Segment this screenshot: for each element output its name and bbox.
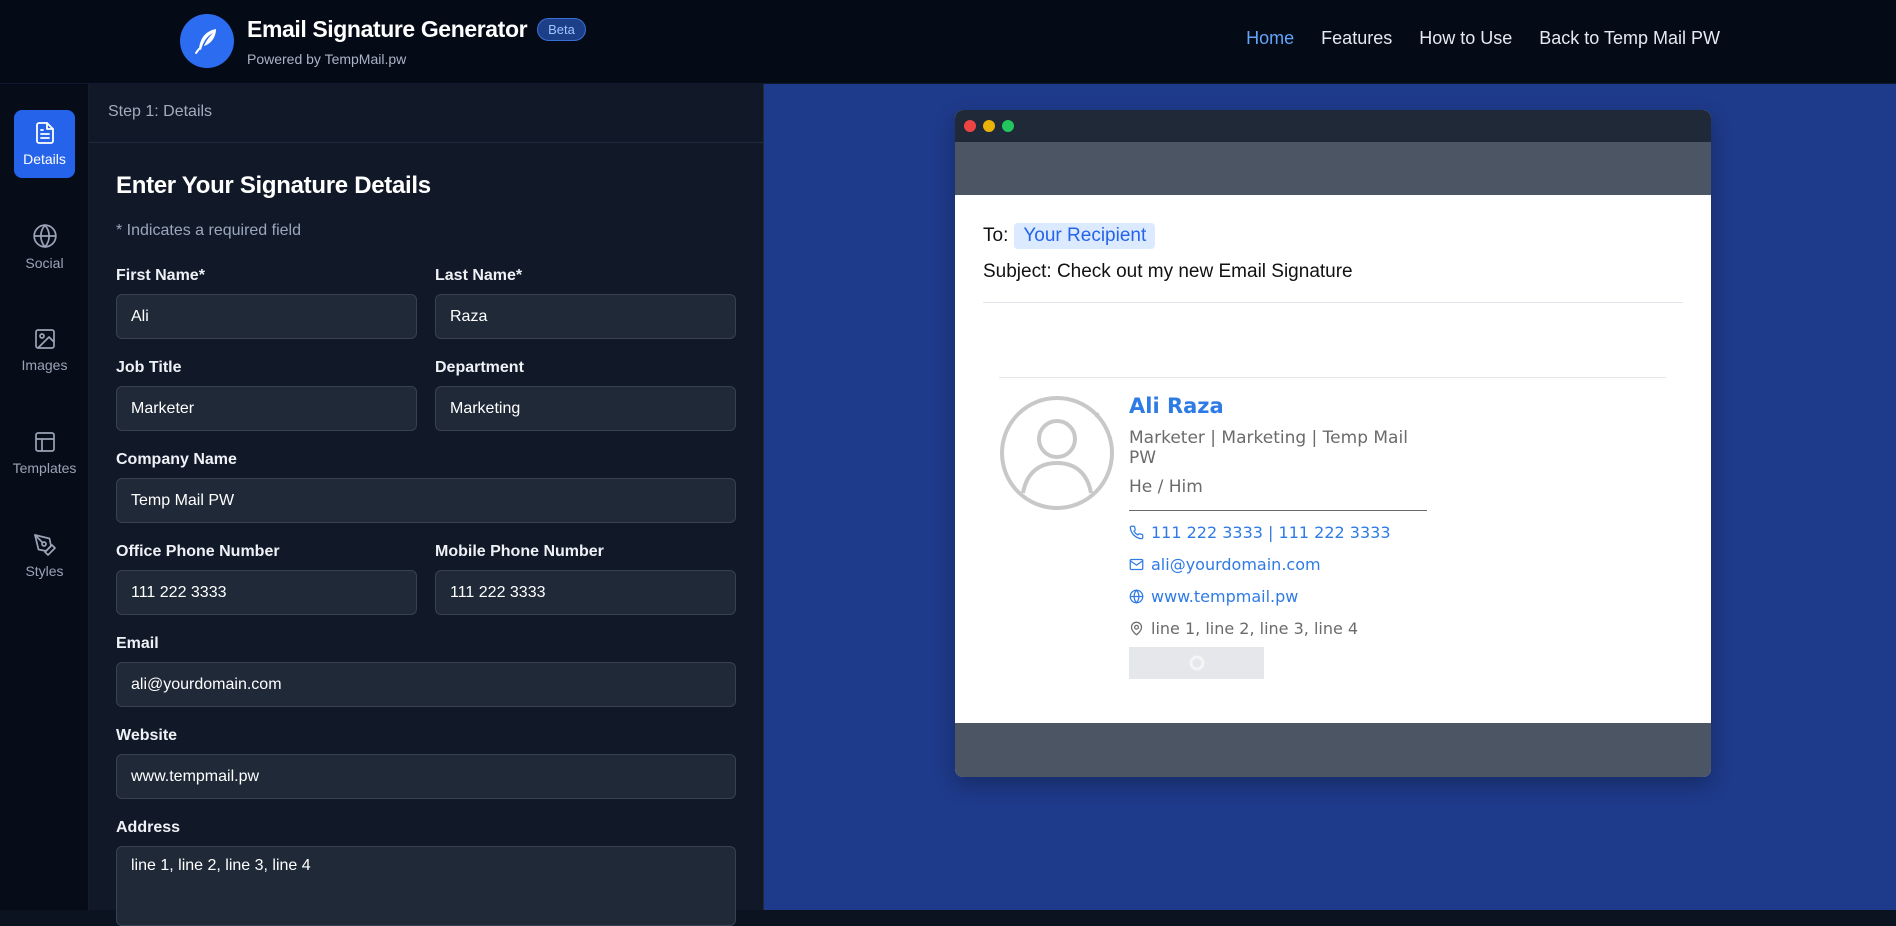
signature-block: Ali Raza Marketer | Marketing | Temp Mai… bbox=[1129, 394, 1427, 650]
signature-email-row: ali@yourdomain.com bbox=[1129, 554, 1427, 575]
rail-item-label: Templates bbox=[12, 460, 77, 476]
main-nav: Home Features How to Use Back to Temp Ma… bbox=[1246, 28, 1720, 49]
rail-item-templates[interactable]: Templates bbox=[12, 419, 77, 487]
globe-icon bbox=[32, 223, 57, 249]
website-input[interactable] bbox=[116, 754, 736, 799]
signature-role: Marketer | Marketing | Temp Mail PW bbox=[1129, 428, 1408, 468]
loading-icon bbox=[1189, 655, 1204, 671]
signature-email[interactable]: ali@yourdomain.com bbox=[1151, 555, 1321, 574]
job-title-label: Job Title bbox=[116, 359, 182, 376]
recipient-chip: Your Recipient bbox=[1014, 223, 1156, 249]
signature-form: Enter Your Signature Details * Indicates… bbox=[89, 172, 763, 926]
mobile-phone-input[interactable] bbox=[435, 570, 736, 615]
banner-image-placeholder bbox=[1129, 647, 1264, 679]
details-panel: Step 1: Details Enter Your Signature Det… bbox=[89, 84, 764, 926]
app-title: Email Signature Generator bbox=[247, 16, 528, 42]
minimize-dot-icon bbox=[983, 120, 995, 132]
rail-item-label: Social bbox=[25, 255, 64, 271]
rail-item-label: Styles bbox=[25, 563, 64, 579]
office-phone-input[interactable] bbox=[116, 570, 417, 615]
job-title-input[interactable] bbox=[116, 386, 417, 431]
header-divider bbox=[983, 302, 1683, 303]
rail-item-details[interactable]: Details bbox=[14, 110, 75, 178]
address-label: Address bbox=[116, 819, 181, 836]
signature-website[interactable]: www.tempmail.pw bbox=[1151, 587, 1298, 606]
signature-phone-row: 111 222 3333 | 111 222 3333 bbox=[1129, 522, 1427, 543]
window-toolbar bbox=[955, 142, 1711, 195]
layout-icon bbox=[34, 432, 55, 452]
mobile-phone-label: Mobile Phone Number bbox=[435, 543, 604, 560]
last-name-label: Last Name* bbox=[435, 267, 523, 284]
phone-icon bbox=[1129, 525, 1144, 540]
company-name-label: Company Name bbox=[116, 451, 237, 468]
image-icon bbox=[34, 329, 55, 349]
subject-text: Check out my new Email Signature bbox=[1056, 261, 1353, 282]
company-name-input[interactable] bbox=[116, 478, 736, 523]
rail-item-label: Details bbox=[23, 151, 66, 167]
nav-features-link[interactable]: Features bbox=[1321, 28, 1392, 49]
signature-phones[interactable]: 111 222 3333 | 111 222 3333 bbox=[1151, 523, 1391, 542]
pen-icon bbox=[33, 534, 56, 556]
first-name-label: First Name* bbox=[116, 267, 205, 284]
close-dot-icon bbox=[964, 120, 976, 132]
nav-how-to-use-link[interactable]: How to Use bbox=[1419, 28, 1512, 49]
beta-badge: Beta bbox=[537, 18, 586, 41]
nav-back-link[interactable]: Back to Temp Mail PW bbox=[1539, 28, 1720, 49]
signature-website-row: www.tempmail.pw bbox=[1129, 586, 1427, 607]
signature-divider bbox=[999, 377, 1666, 378]
email-input[interactable] bbox=[116, 662, 736, 707]
form-title: Enter Your Signature Details bbox=[116, 172, 431, 199]
signature-pronouns: He / Him bbox=[1129, 477, 1203, 497]
email-label: Email bbox=[116, 635, 159, 652]
signature-name: Ali Raza bbox=[1129, 394, 1224, 418]
address-textarea[interactable]: line 1, line 2, line 3, line 4 bbox=[116, 846, 736, 926]
rail-item-label: Images bbox=[21, 357, 68, 373]
rail-item-social[interactable]: Social bbox=[14, 213, 75, 281]
window-footer bbox=[955, 723, 1711, 777]
feather-logo-icon bbox=[180, 14, 234, 68]
to-label: To: bbox=[983, 225, 1009, 246]
avatar-placeholder-icon bbox=[1000, 396, 1114, 510]
mail-icon bbox=[1129, 558, 1144, 571]
app-subtitle: Powered by TempMail.pw bbox=[247, 51, 407, 67]
department-input[interactable] bbox=[435, 386, 736, 431]
rail-item-images[interactable]: Images bbox=[14, 316, 75, 384]
maximize-dot-icon bbox=[1002, 120, 1014, 132]
subject-label: Subject: bbox=[983, 261, 1052, 282]
top-navigation-bar: Email Signature Generator Beta Powered b… bbox=[0, 0, 1896, 84]
email-preview-window: To: Your Recipient Subject: Check out my… bbox=[955, 110, 1711, 777]
department-label: Department bbox=[435, 359, 524, 376]
window-titlebar bbox=[955, 110, 1711, 142]
nav-home-link[interactable]: Home bbox=[1246, 28, 1294, 49]
signature-address-row: line 1, line 2, line 3, line 4 bbox=[1129, 618, 1427, 639]
first-name-input[interactable] bbox=[116, 294, 417, 339]
globe-icon bbox=[1129, 589, 1144, 604]
brand[interactable]: Email Signature Generator Beta Powered b… bbox=[180, 14, 586, 68]
signature-address: line 1, line 2, line 3, line 4 bbox=[1151, 619, 1359, 638]
document-icon bbox=[35, 122, 54, 144]
map-pin-icon bbox=[1130, 621, 1143, 636]
rail-item-styles[interactable]: Styles bbox=[14, 522, 75, 590]
office-phone-label: Office Phone Number bbox=[116, 543, 280, 560]
website-label: Website bbox=[116, 727, 178, 744]
side-rail: Details Social Images Templates Styles bbox=[0, 84, 89, 910]
required-note: * Indicates a required field bbox=[116, 222, 301, 239]
step-indicator: Step 1: Details bbox=[89, 84, 763, 143]
email-header: To: Your Recipient Subject: Check out my… bbox=[955, 195, 1711, 303]
signature-separator bbox=[1129, 510, 1427, 511]
last-name-input[interactable] bbox=[435, 294, 736, 339]
